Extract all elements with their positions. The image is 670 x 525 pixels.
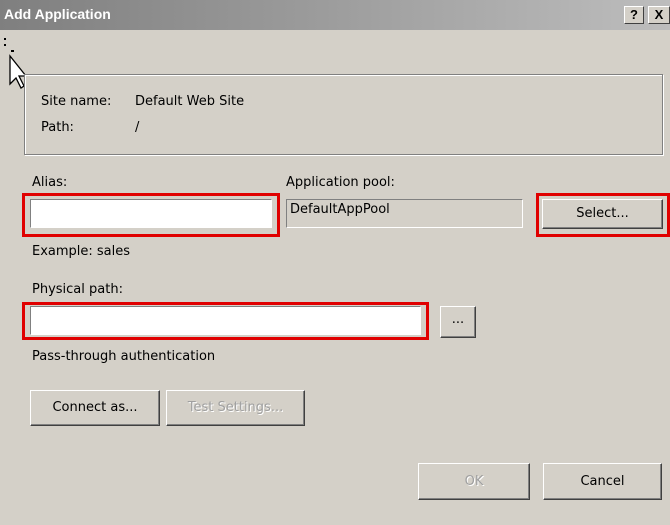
dialog-title: Add Application — [4, 6, 111, 22]
mouse-cursor-icon — [4, 38, 26, 89]
close-icon: X — [654, 7, 664, 22]
app-pool-label: Application pool: — [286, 175, 395, 190]
connect-as-button[interactable]: Connect as... — [30, 390, 160, 426]
path-value: / — [135, 120, 140, 135]
pass-through-auth-label: Pass-through authentication — [32, 349, 216, 364]
site-info-box — [24, 74, 663, 155]
site-name-label: Site name: — [41, 94, 112, 109]
physical-path-label: Physical path: — [32, 282, 123, 297]
close-button[interactable]: X — [648, 6, 670, 24]
physical-path-input[interactable] — [30, 306, 421, 335]
test-settings-label: Test Settings... — [187, 400, 284, 415]
ok-button[interactable]: OK — [418, 463, 530, 500]
help-icon: ? — [630, 7, 638, 22]
alias-input[interactable] — [30, 199, 272, 228]
select-button-label: Select... — [576, 206, 629, 221]
add-application-dialog: Add Application ? X Site name: Default W… — [0, 0, 670, 525]
ok-label: OK — [464, 474, 484, 489]
path-label: Path: — [41, 120, 74, 135]
cancel-label: Cancel — [580, 474, 625, 489]
test-settings-button[interactable]: Test Settings... — [166, 390, 305, 426]
alias-label: Alias: — [32, 175, 68, 190]
help-button[interactable]: ? — [624, 6, 644, 24]
site-name-value: Default Web Site — [135, 94, 245, 109]
browse-button[interactable]: ... — [440, 306, 476, 338]
alias-example: Example: sales — [32, 244, 131, 259]
connect-as-label: Connect as... — [52, 400, 138, 415]
browse-button-label: ... — [451, 312, 465, 327]
cancel-button[interactable]: Cancel — [543, 463, 662, 500]
select-app-pool-button[interactable]: Select... — [542, 199, 663, 229]
title-bar: Add Application ? X — [0, 0, 670, 30]
app-pool-field: DefaultAppPool — [286, 199, 523, 228]
